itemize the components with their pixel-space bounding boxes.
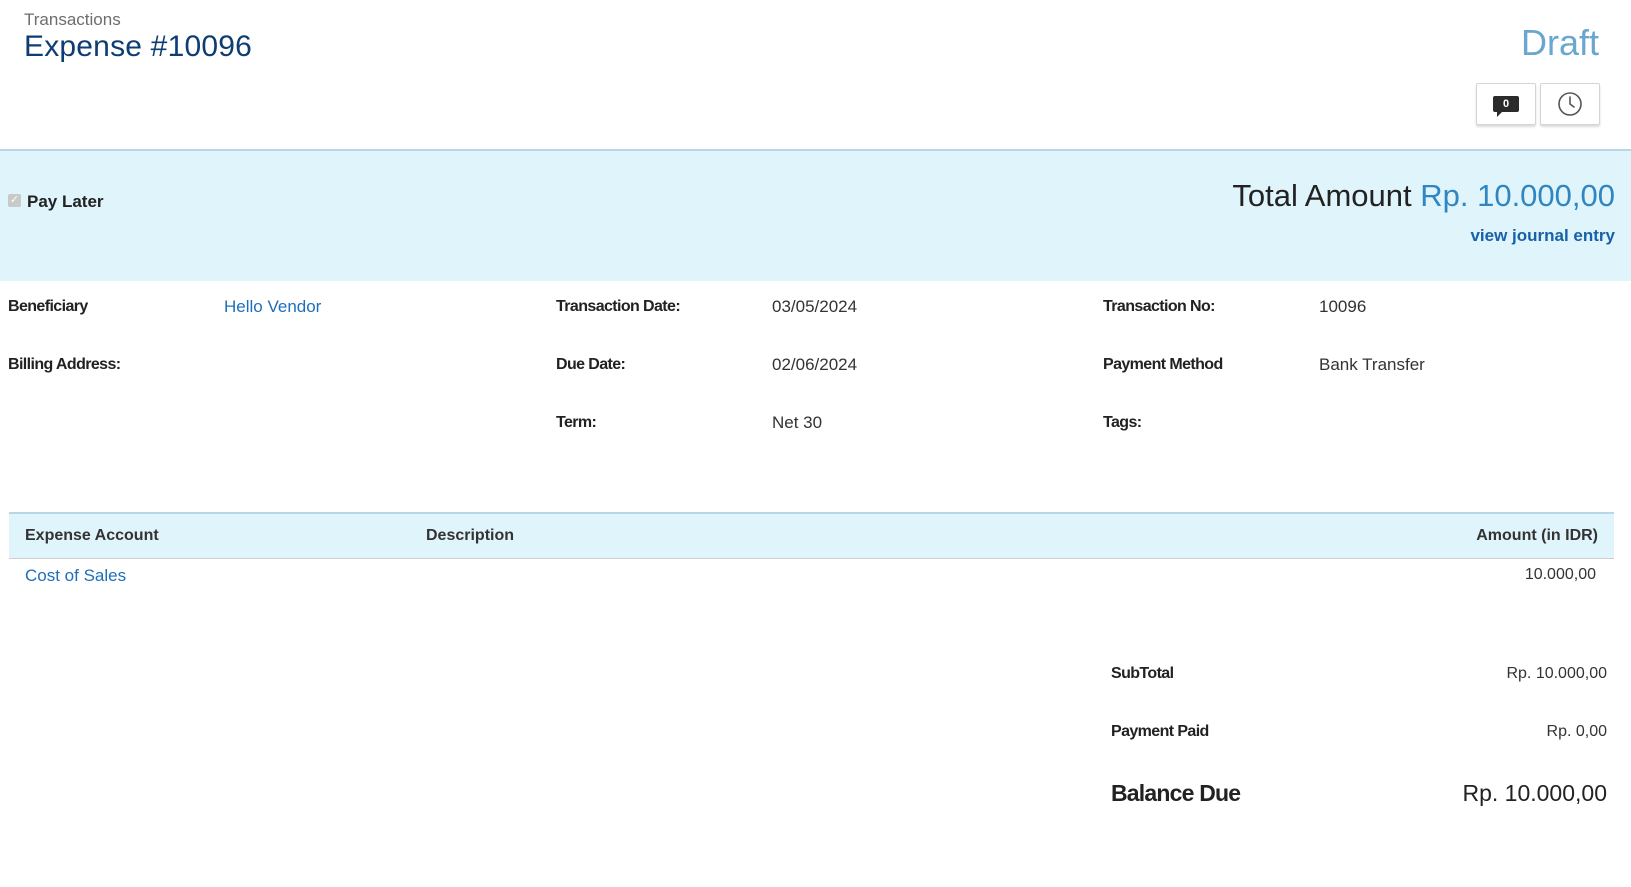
beneficiary-label: Beneficiary: [8, 298, 88, 315]
payment-paid-value: Rp. 0,00: [1546, 723, 1607, 740]
pay-later-checkbox[interactable]: ✓: [8, 193, 21, 207]
subtotal-label: SubTotal: [1111, 665, 1174, 682]
term-value: Net 30: [772, 413, 823, 432]
view-journal-entry-link[interactable]: view journal entry: [1470, 226, 1615, 246]
billing-address-label: Billing Address:: [8, 356, 121, 373]
transaction-no-label: Transaction No:: [1103, 298, 1216, 315]
transaction-date-label: Transaction Date:: [556, 298, 681, 315]
tags-label: Tags:: [1103, 414, 1142, 431]
clock-icon: [1558, 92, 1582, 116]
pay-later-label: Pay Later: [27, 192, 104, 211]
breadcrumb[interactable]: Transactions: [24, 10, 121, 30]
term-label: Term:: [556, 414, 597, 431]
column-header-expense-account: Expense Account: [25, 527, 159, 544]
column-header-description: Description: [426, 527, 515, 544]
expense-account-link[interactable]: Cost of Sales: [25, 566, 126, 586]
payment-method-label: Payment Method: [1103, 356, 1223, 373]
total-amount-label: Total Amount: [1232, 178, 1412, 213]
status-badge: Draft: [1520, 22, 1599, 63]
row-amount: 10.000,00: [1524, 566, 1596, 583]
comment-icon: 0: [1493, 96, 1519, 117]
total-amount-value: Rp. 10.000,00: [1420, 178, 1615, 213]
history-button[interactable]: [1540, 83, 1600, 125]
total-amount: Total Amount Rp. 10.000,00: [1232, 178, 1615, 214]
subtotal-value: Rp. 10.000,00: [1506, 665, 1607, 682]
pay-later-toggle[interactable]: ✓ Pay Later: [8, 192, 104, 212]
comment-count: 0: [1502, 98, 1510, 110]
payment-paid-label: Payment Paid: [1111, 723, 1209, 740]
table-header: Expense Account Description Amount (in I…: [9, 512, 1614, 559]
balance-due-label: Balance Due: [1111, 780, 1241, 806]
transaction-no-value: 10096: [1319, 297, 1367, 316]
column-header-amount: Amount (in IDR): [1476, 527, 1598, 544]
summary-band: [0, 149, 1631, 281]
beneficiary-link[interactable]: Hello Vendor: [224, 297, 321, 317]
comments-button[interactable]: 0: [1476, 83, 1536, 125]
page-title: Expense #10096: [24, 30, 252, 63]
due-date-label: Due Date:: [556, 356, 626, 373]
balance-due-value: Rp. 10.000,00: [1462, 780, 1607, 806]
payment-method-value: Bank Transfer: [1319, 355, 1425, 374]
due-date-value: 02/06/2024: [772, 355, 858, 374]
transaction-date-value: 03/05/2024: [772, 297, 858, 316]
